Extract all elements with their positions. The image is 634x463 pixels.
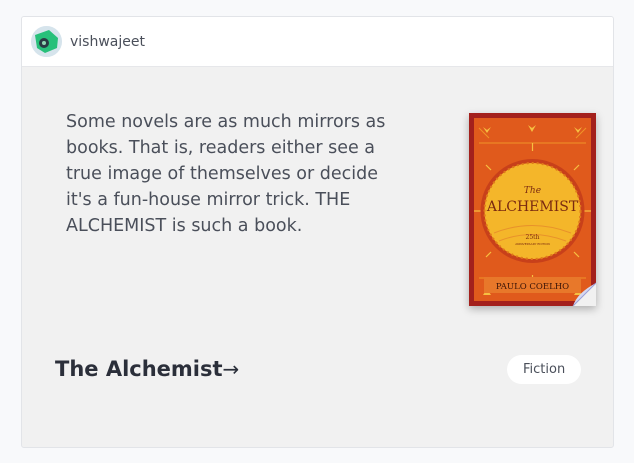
cover-title-line2: ALCHEMIST (486, 199, 579, 215)
book-title-link[interactable]: The Alchemist→ (55, 355, 239, 383)
genre-badge[interactable]: Fiction (507, 355, 582, 384)
book-cover[interactable]: The ALCHEMIST 25th ANNIVERSARY EDITION P… (469, 113, 596, 306)
avatar-icon (31, 26, 62, 57)
avatar[interactable] (31, 26, 62, 57)
arrow-right-icon: → (222, 357, 240, 381)
author-username[interactable]: vishwajeet (70, 33, 145, 51)
book-cover-image: The ALCHEMIST 25th ANNIVERSARY EDITION P… (469, 113, 596, 306)
cover-title-line1: The (524, 186, 541, 196)
post-excerpt: Some novels are as much mirrors as books… (66, 112, 386, 236)
cover-edition-text: ANNIVERSARY EDITION (515, 242, 550, 246)
cover-author: PAULO COELHO (496, 282, 569, 292)
post-header: vishwajeet (22, 17, 613, 67)
post-card: vishwajeet Some novels are as much mirro… (21, 16, 614, 448)
cover-edition-number: 25th (526, 234, 540, 241)
book-title: The Alchemist (55, 357, 223, 381)
